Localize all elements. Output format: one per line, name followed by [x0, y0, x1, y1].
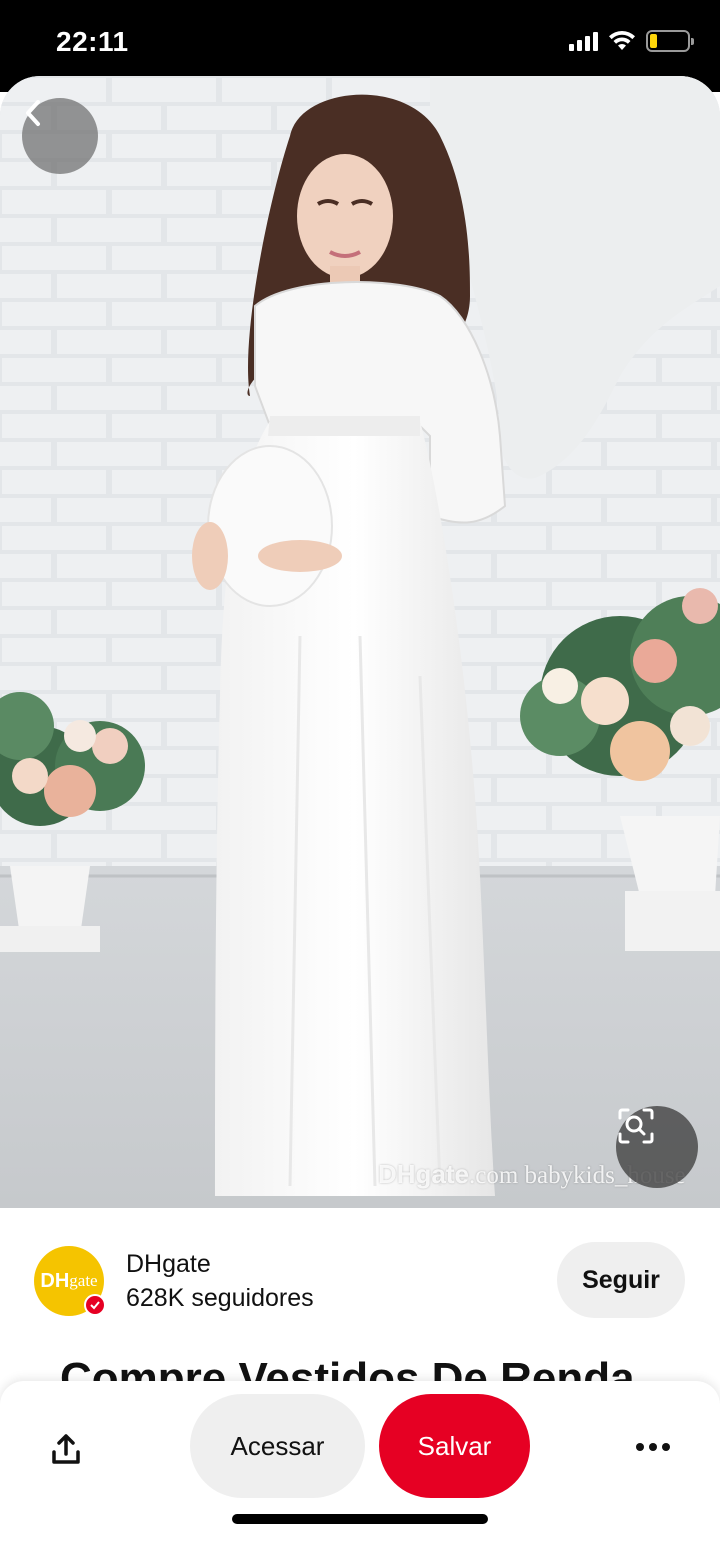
pin-detail-screen: 22:11 DHgate.com babykids_house DH gate …: [0, 0, 720, 1557]
wifi-icon: [609, 30, 635, 50]
avatar-text-small: gate: [69, 1271, 98, 1290]
follow-button[interactable]: Seguir: [557, 1242, 685, 1318]
save-button[interactable]: Salvar: [379, 1394, 530, 1498]
share-icon: [52, 1434, 80, 1464]
pin-photo-illustration: [0, 76, 720, 1208]
visual-search-button[interactable]: [616, 1106, 698, 1188]
share-button[interactable]: [44, 1427, 88, 1471]
pin-title-container: Compre Vestidos De Renda: [0, 1348, 720, 1381]
creator-followers: 628K seguidores: [126, 1284, 314, 1312]
pin-title: Compre Vestidos De Renda: [60, 1354, 635, 1381]
avatar-text: DH: [40, 1269, 70, 1292]
status-icons: [569, 30, 694, 52]
status-time: 22:11: [56, 26, 129, 57]
back-button[interactable]: [22, 98, 98, 174]
pin-image[interactable]: DHgate.com babykids_house: [0, 76, 720, 1208]
lens-search-icon: [618, 1108, 654, 1144]
battery-icon: [646, 30, 694, 52]
verified-badge-icon: [84, 1294, 106, 1316]
more-dots-icon[interactable]: [630, 1427, 676, 1467]
chevron-left-icon: [26, 100, 40, 126]
creator-name[interactable]: DHgate: [126, 1250, 211, 1279]
watermark-brand: DHgate: [378, 1159, 470, 1189]
creator-row: DH gate DHgate 628K seguidores Seguir: [0, 1208, 720, 1348]
home-indicator: [232, 1514, 488, 1524]
visit-button[interactable]: Acessar: [190, 1394, 365, 1498]
signal-icon: [569, 31, 598, 51]
action-bar: Acessar Salvar: [0, 1381, 720, 1557]
